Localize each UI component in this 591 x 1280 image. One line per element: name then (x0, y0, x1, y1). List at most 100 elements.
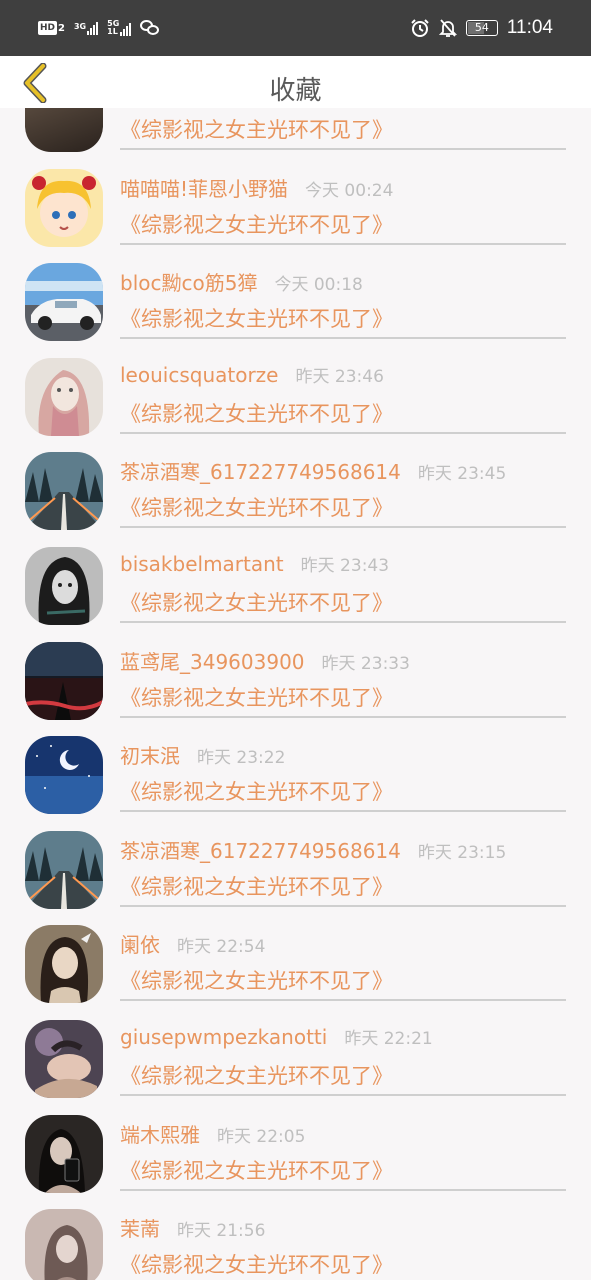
list-item[interactable]: 喵喵喵!菲恩小野猫 今天 00:24 《综影视之女主光环不见了》 (0, 155, 591, 250)
book-title[interactable]: 《综影视之女主光环不见了》 (120, 114, 393, 144)
user-name[interactable]: 端木熙雅 (120, 1119, 200, 1148)
divider (120, 431, 566, 434)
user-name[interactable]: 茉萳 (120, 1213, 160, 1242)
sim2-signal-icon: 5G 1L (107, 20, 132, 36)
timestamp: 昨天 23:45 (417, 464, 507, 485)
list-item[interactable]: leouicsquatorze 昨天 23:46 《综影视之女主光环不见了》 (0, 344, 591, 439)
avatar[interactable] (25, 546, 103, 625)
status-bar: HD 2 3G 5G 1L 54 11:04 (0, 0, 591, 56)
divider (120, 148, 566, 150)
avatar[interactable] (25, 1209, 103, 1280)
sim1-signal-icon: 3G (73, 21, 99, 35)
user-name[interactable]: giusepwmpezkanotti (120, 1025, 327, 1049)
avatar[interactable] (25, 1019, 103, 1098)
hd-indicator: HD 2 (38, 21, 65, 35)
timestamp: 昨天 22:21 (344, 1028, 433, 1049)
divider (120, 715, 566, 718)
list-item[interactable]: bloc黝co筋5獐 今天 00:18 《综影视之女主光环不见了》 (0, 249, 591, 344)
book-title[interactable]: 《综影视之女主光环不见了》 (120, 303, 393, 333)
avatar[interactable] (25, 925, 103, 1004)
list-item[interactable]: 初末泯 昨天 23:22 《综影视之女主光环不见了》 (0, 722, 591, 817)
battery-level: 54 (474, 21, 489, 34)
book-title[interactable]: 《综影视之女主光环不见了》 (120, 209, 393, 239)
list-item[interactable]: 《综影视之女主光环不见了》 (0, 108, 591, 155)
user-name[interactable]: leouicsquatorze (120, 363, 278, 387)
user-name[interactable]: 喵喵喵!菲恩小野猫 (120, 173, 288, 202)
book-title[interactable]: 《综影视之女主光环不见了》 (120, 1155, 393, 1185)
divider (120, 1093, 566, 1096)
avatar[interactable] (25, 830, 103, 909)
timestamp: 昨天 23:33 (321, 653, 410, 674)
favorites-list-content: 《综影视之女主光环不见了》 喵喵喵!菲恩小野猫 今天 00:24 《综影视之女主… (0, 108, 591, 1280)
avatar[interactable] (25, 452, 103, 531)
divider (120, 242, 566, 245)
item-header: 茉萳 昨天 21:56 (120, 1213, 567, 1242)
item-header: 喵喵喵!菲恩小野猫 今天 00:24 (120, 173, 567, 202)
hd-badge: HD (38, 21, 58, 35)
divider (120, 999, 566, 1002)
book-title[interactable]: 《综影视之女主光环不见了》 (120, 965, 393, 995)
avatar[interactable] (25, 168, 103, 247)
avatar[interactable] (25, 263, 103, 342)
avatar[interactable] (25, 1114, 103, 1193)
book-title[interactable]: 《综影视之女主光环不见了》 (120, 1249, 393, 1279)
favorites-list[interactable]: 《综影视之女主光环不见了》 喵喵喵!菲恩小野猫 今天 00:24 《综影视之女主… (0, 108, 591, 1280)
timestamp: 今天 00:24 (305, 180, 394, 201)
user-name[interactable]: bisakbelmartant (120, 552, 284, 576)
timestamp: 今天 00:18 (274, 275, 363, 296)
timestamp: 昨天 23:43 (300, 555, 390, 576)
user-name[interactable]: 阑依 (120, 929, 160, 958)
divider (120, 1188, 566, 1191)
list-item[interactable]: 阑依 昨天 22:54 《综影视之女主光环不见了》 (0, 911, 591, 1006)
divider (120, 337, 566, 340)
list-item[interactable]: giusepwmpezkanotti 昨天 22:21 《综影视之女主光环不见了… (0, 1006, 591, 1101)
divider (120, 620, 566, 623)
book-title[interactable]: 《综影视之女主光环不见了》 (120, 587, 393, 617)
item-header: 端木熙雅 昨天 22:05 (120, 1119, 567, 1148)
avatar[interactable] (25, 357, 103, 436)
divider (120, 526, 566, 529)
divider (120, 904, 566, 907)
timestamp: 昨天 22:54 (177, 937, 266, 958)
book-title[interactable]: 《综影视之女主光环不见了》 (120, 1060, 393, 1090)
sim1-sub-label: 2 (58, 23, 65, 34)
list-item[interactable]: 蓝鸢尾_349603900 昨天 23:33 《综影视之女主光环不见了》 (0, 628, 591, 723)
user-name[interactable]: 茶凉酒寒_617227749568614 (120, 835, 401, 864)
list-item[interactable]: 茶凉酒寒_617227749568614 昨天 23:45 《综影视之女主光环不… (0, 438, 591, 533)
book-title[interactable]: 《综影视之女主光环不见了》 (120, 871, 393, 901)
user-name[interactable]: 蓝鸢尾_349603900 (120, 646, 305, 675)
status-left: HD 2 3G 5G 1L (38, 20, 160, 36)
avatar[interactable] (25, 108, 103, 152)
clock: 11:04 (506, 17, 553, 38)
item-header: giusepwmpezkanotti 昨天 22:21 (120, 1024, 567, 1049)
timestamp: 昨天 21:56 (177, 1221, 266, 1242)
book-title[interactable]: 《综影视之女主光环不见了》 (120, 682, 393, 712)
timestamp: 昨天 23:46 (295, 366, 384, 387)
book-title[interactable]: 《综影视之女主光环不见了》 (120, 398, 393, 428)
timestamp: 昨天 22:05 (217, 1126, 306, 1147)
list-item[interactable]: bisakbelmartant 昨天 23:43 《综影视之女主光环不见了》 (0, 533, 591, 628)
notifications-off-icon (438, 19, 457, 37)
user-name[interactable]: bloc黝co筋5獐 (120, 267, 257, 296)
sim2-sub-label: 1L (107, 27, 118, 36)
list-item[interactable]: 端木熙雅 昨天 22:05 《综影视之女主光环不见了》 (0, 1101, 591, 1196)
item-header: 蓝鸢尾_349603900 昨天 23:33 (120, 646, 567, 675)
list-item[interactable]: 茶凉酒寒_617227749568614 昨天 23:15 《综影视之女主光环不… (0, 817, 591, 912)
item-header: 阑依 昨天 22:54 (120, 929, 567, 958)
divider (120, 810, 566, 813)
item-header: bisakbelmartant 昨天 23:43 (120, 551, 567, 576)
user-name[interactable]: 茶凉酒寒_617227749568614 (120, 456, 401, 485)
page-title: 收藏 (269, 76, 322, 106)
book-title[interactable]: 《综影视之女主光环不见了》 (120, 492, 393, 522)
sim1-network-label: 3G (73, 22, 87, 31)
app-header: 收藏 (0, 56, 591, 108)
item-header: 初末泯 昨天 23:22 (120, 740, 567, 769)
timestamp: 昨天 23:22 (197, 748, 286, 769)
alarm-icon (411, 19, 429, 37)
list-item[interactable]: 茉萳 昨天 21:56 《综影视之女主光环不见了》 (0, 1195, 591, 1280)
user-name[interactable]: 初末泯 (120, 740, 180, 769)
book-title[interactable]: 《综影视之女主光环不见了》 (120, 776, 393, 806)
avatar[interactable] (25, 736, 103, 815)
avatar[interactable] (25, 641, 103, 720)
timestamp: 昨天 23:15 (417, 842, 507, 863)
